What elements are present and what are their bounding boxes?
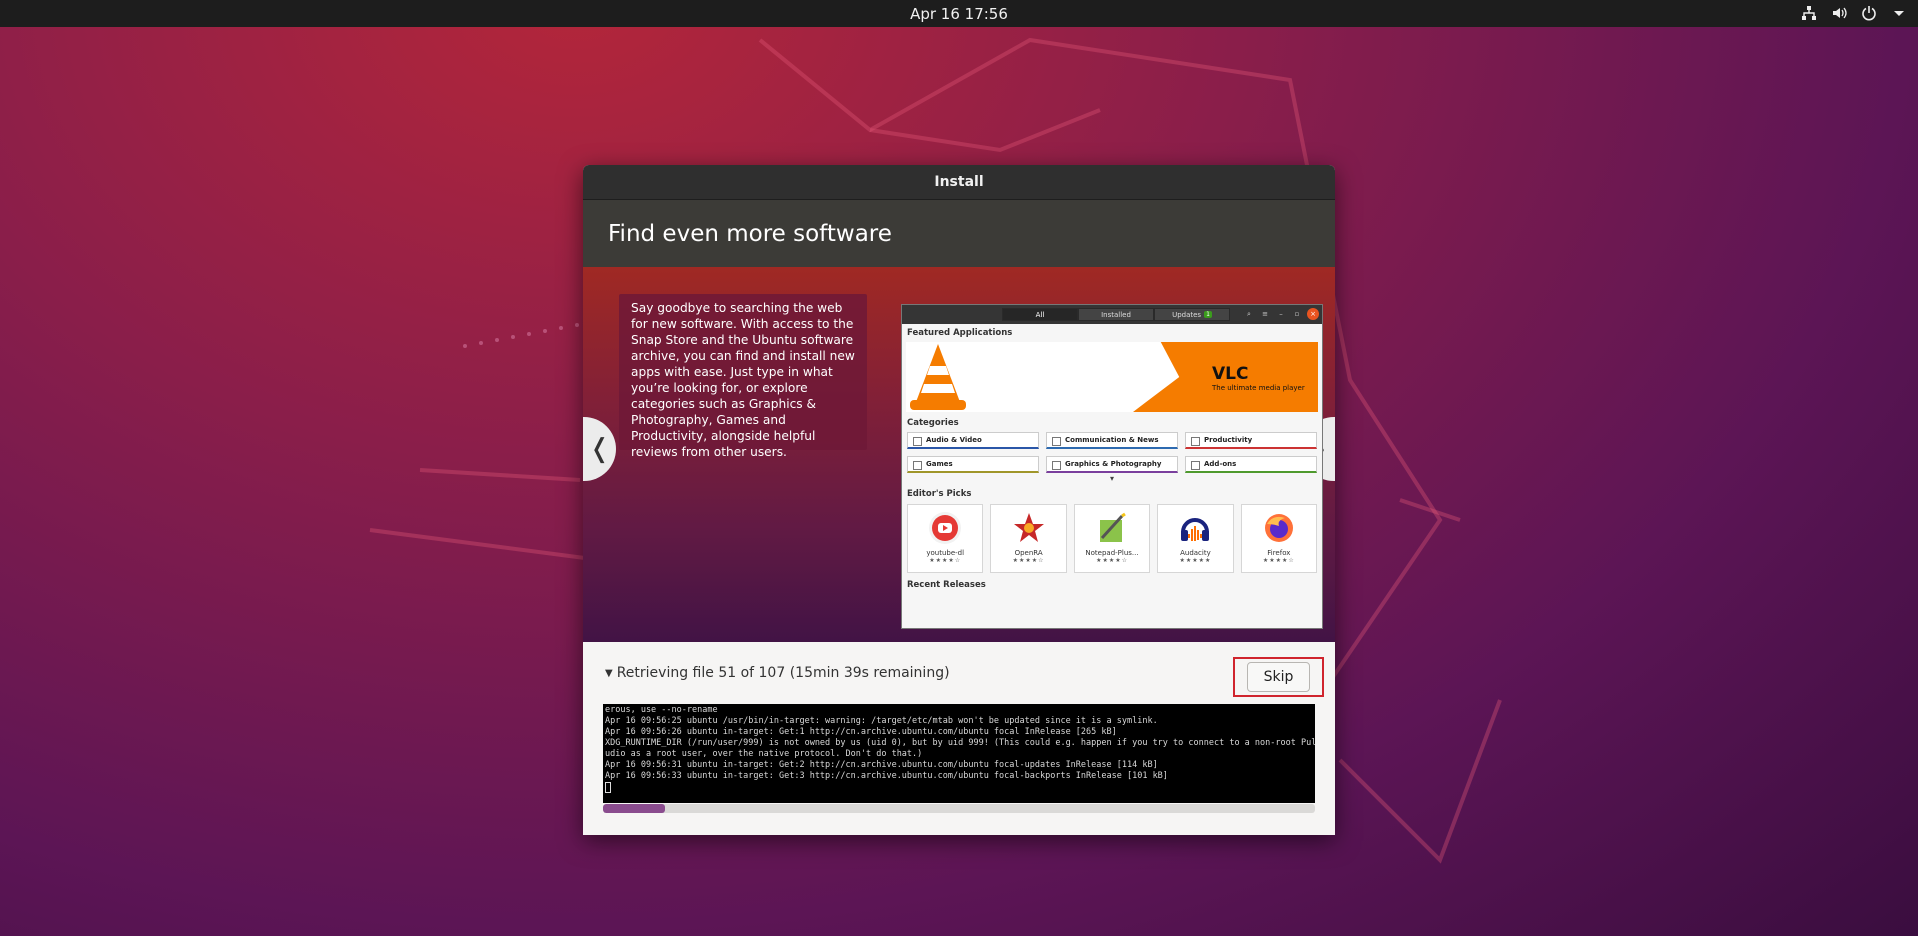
sc-category: Games bbox=[907, 456, 1039, 473]
terminal-line: udio as a root user, over the native pro… bbox=[605, 749, 923, 759]
top-bar: Apr 16 17:56 bbox=[0, 0, 1918, 27]
install-window: Install Find even more software Say good… bbox=[583, 165, 1335, 835]
sc-picks-heading: Editor's Picks bbox=[907, 489, 972, 499]
skip-button[interactable]: Skip bbox=[1247, 662, 1310, 692]
sc-menu-icon: ≡ bbox=[1262, 310, 1268, 318]
sc-updates-badge: 1 bbox=[1204, 311, 1212, 318]
pick-stars: ★★★★☆ bbox=[929, 557, 962, 564]
pick-name: Audacity bbox=[1180, 549, 1211, 557]
system-tray[interactable] bbox=[1800, 4, 1908, 22]
youtube-dl-icon bbox=[929, 512, 962, 544]
pick-stars: ★★★★☆ bbox=[1012, 557, 1045, 564]
sc-more-categories-icon: ▾ bbox=[1109, 474, 1114, 483]
sc-featured-banner: VLC The ultimate media player bbox=[906, 342, 1318, 412]
pick-stars: ★★★★☆ bbox=[1262, 557, 1295, 564]
menu-arrow-icon[interactable] bbox=[1890, 4, 1908, 22]
sc-tab-updates: Updates 1 bbox=[1154, 308, 1230, 321]
openra-icon bbox=[1013, 512, 1045, 544]
terminal-line: Apr 16 09:56:33 ubuntu in-target: Get:3 … bbox=[605, 771, 1168, 781]
sc-pick-card: youtube-dl ★★★★☆ bbox=[907, 504, 984, 573]
sc-minimize-icon: – bbox=[1279, 310, 1283, 318]
sc-category: Graphics & Photography bbox=[1046, 456, 1178, 473]
sc-tab-updates-label: Updates bbox=[1172, 310, 1202, 319]
status-text: Retrieving file 51 of 107 (15min 39s rem… bbox=[616, 665, 950, 681]
sc-close-icon: × bbox=[1307, 308, 1319, 320]
slideshow: Say goodbye to searching the web for new… bbox=[583, 267, 1335, 642]
progress-status[interactable]: ▼ Retrieving file 51 of 107 (15min 39s r… bbox=[605, 665, 950, 681]
pick-name: OpenRA bbox=[1014, 549, 1043, 557]
sc-editors-picks: youtube-dl ★★★★☆ OpenRA ★★★★☆ Notepad-Pl… bbox=[902, 501, 1322, 576]
previous-slide-button[interactable]: ❬ bbox=[583, 417, 616, 481]
pick-stars: ★★★★★ bbox=[1179, 557, 1212, 564]
power-icon[interactable] bbox=[1860, 4, 1878, 22]
slide-title: Find even more software bbox=[583, 200, 1335, 267]
vlc-cone-icon bbox=[910, 344, 966, 410]
sc-pick-card: OpenRA ★★★★☆ bbox=[990, 504, 1067, 573]
clock[interactable]: Apr 16 17:56 bbox=[0, 5, 1918, 23]
terminal-line: erous, use --no-rename bbox=[605, 705, 718, 715]
terminal-line: XDG_RUNTIME_DIR (/run/user/999) is not o… bbox=[605, 738, 1315, 748]
network-icon[interactable] bbox=[1800, 4, 1818, 22]
featured-title: VLC bbox=[1212, 364, 1249, 384]
sc-maximize-icon: ▫ bbox=[1294, 310, 1300, 318]
sc-tab-all: All bbox=[1002, 308, 1078, 321]
sc-pick-card: Audacity ★★★★★ bbox=[1157, 504, 1234, 573]
window-title[interactable]: Install bbox=[583, 165, 1335, 200]
sc-tab-installed: Installed bbox=[1078, 308, 1154, 321]
progress-bar-fill bbox=[603, 804, 665, 813]
progress-bar bbox=[603, 804, 1315, 813]
sc-recent-heading: Recent Releases bbox=[907, 580, 986, 590]
firefox-icon bbox=[1263, 512, 1295, 544]
audacity-icon bbox=[1179, 512, 1211, 544]
sc-categories: Audio & Video Communication & News Produ… bbox=[902, 430, 1322, 475]
expander-arrow-icon[interactable]: ▼ bbox=[605, 668, 613, 679]
sc-category: Audio & Video bbox=[907, 432, 1039, 449]
pick-name: Firefox bbox=[1267, 549, 1291, 557]
sc-search-icon: ⌕ bbox=[1247, 309, 1251, 318]
pick-name: Notepad-Plus... bbox=[1085, 549, 1139, 557]
terminal-line: Apr 16 09:56:25 ubuntu /usr/bin/in-targe… bbox=[605, 716, 1158, 726]
terminal-line: Apr 16 09:56:26 ubuntu in-target: Get:1 … bbox=[605, 727, 1117, 737]
pick-name: youtube-dl bbox=[926, 549, 965, 557]
terminal-log[interactable]: erous, use --no-rename Apr 16 09:56:25 ub… bbox=[603, 704, 1315, 803]
sc-categories-heading: Categories bbox=[907, 418, 959, 428]
progress-area: ▼ Retrieving file 51 of 107 (15min 39s r… bbox=[583, 642, 1335, 835]
sc-pick-card: Notepad-Plus... ★★★★☆ bbox=[1073, 504, 1151, 573]
software-center-screenshot: All Installed Updates 1 ⌕ ≡ – ▫ × Featur… bbox=[901, 304, 1323, 629]
sc-category: Communication & News bbox=[1046, 432, 1178, 449]
sc-category: Productivity bbox=[1185, 432, 1317, 449]
notepad-plus-icon bbox=[1096, 512, 1128, 544]
featured-subtitle: The ultimate media player bbox=[1212, 384, 1305, 392]
sc-featured-heading: Featured Applications bbox=[907, 328, 1013, 338]
sc-headerbar: All Installed Updates 1 ⌕ ≡ – ▫ × bbox=[902, 305, 1322, 324]
terminal-line: Apr 16 09:56:31 ubuntu in-target: Get:2 … bbox=[605, 760, 1158, 770]
volume-icon[interactable] bbox=[1830, 4, 1848, 22]
pick-stars: ★★★★☆ bbox=[1096, 557, 1128, 564]
sc-category: Add-ons bbox=[1185, 456, 1317, 473]
terminal-cursor bbox=[605, 782, 611, 793]
slide-description: Say goodbye to searching the web for new… bbox=[619, 294, 867, 459]
sc-pick-card: Firefox ★★★★☆ bbox=[1240, 504, 1318, 573]
